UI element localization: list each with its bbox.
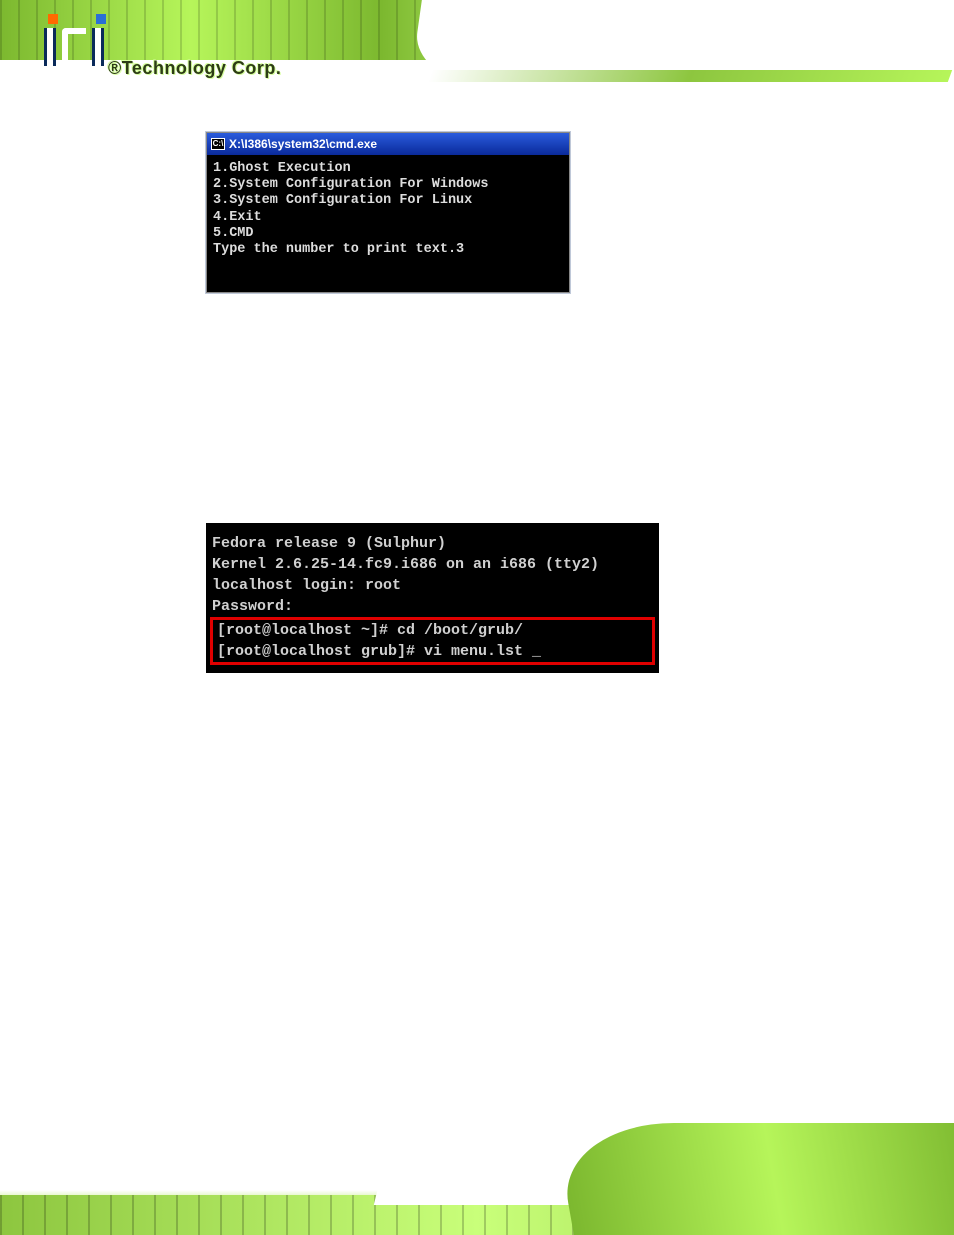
term-line: localhost login: root — [206, 575, 659, 596]
cmd-line: 3.System Configuration For Linux — [213, 193, 472, 208]
cmd-icon: C:\ — [211, 138, 225, 150]
cmd-line: 1.Ghost Execution — [213, 161, 351, 176]
linux-terminal: Fedora release 9 (Sulphur) Kernel 2.6.25… — [206, 523, 659, 673]
term-line-highlight: [root@localhost ~]# cd /boot/grub/ — [215, 620, 650, 641]
cmd-line: 2.System Configuration For Windows — [213, 177, 488, 192]
cmd-line: 4.Exit — [213, 210, 262, 225]
highlighted-commands-box: [root@localhost ~]# cd /boot/grub/ [root… — [210, 617, 655, 665]
logo-letter-i-1 — [44, 28, 56, 66]
term-line: Kernel 2.6.25-14.fc9.i686 on an i686 (tt… — [206, 554, 659, 575]
cmd-body: 1.Ghost Execution 2.System Configuration… — [207, 155, 569, 292]
cmd-titlebar: C:\ X:\I386\system32\cmd.exe — [207, 133, 569, 155]
page-content: C:\ X:\I386\system32\cmd.exe 1.Ghost Exe… — [0, 120, 954, 673]
logo-letter-i-2 — [92, 28, 104, 66]
logo-dot-orange — [48, 14, 58, 24]
term-line: Fedora release 9 (Sulphur) — [206, 533, 659, 554]
cmd-title-text: X:\I386\system32\cmd.exe — [229, 137, 377, 151]
cmd-line: 5.CMD — [213, 226, 254, 241]
logo-dot-blue — [96, 14, 106, 24]
term-line: Password: — [206, 596, 659, 617]
footer-curve-shape — [554, 1123, 954, 1235]
cmd-line: Type the number to print text.3 — [213, 242, 464, 257]
header-green-strip — [428, 70, 952, 82]
logo — [44, 28, 104, 66]
cmd-window: C:\ X:\I386\system32\cmd.exe 1.Ghost Exe… — [206, 132, 570, 293]
logo-letter-e — [62, 28, 86, 66]
page-header-band: ®Technology Corp. — [0, 0, 954, 112]
term-line-highlight: [root@localhost grub]# vi menu.lst _ — [215, 641, 650, 662]
logo-tagline: ®Technology Corp. — [108, 58, 281, 79]
page-footer-band — [0, 1123, 954, 1235]
header-curve-shape — [406, 0, 954, 112]
